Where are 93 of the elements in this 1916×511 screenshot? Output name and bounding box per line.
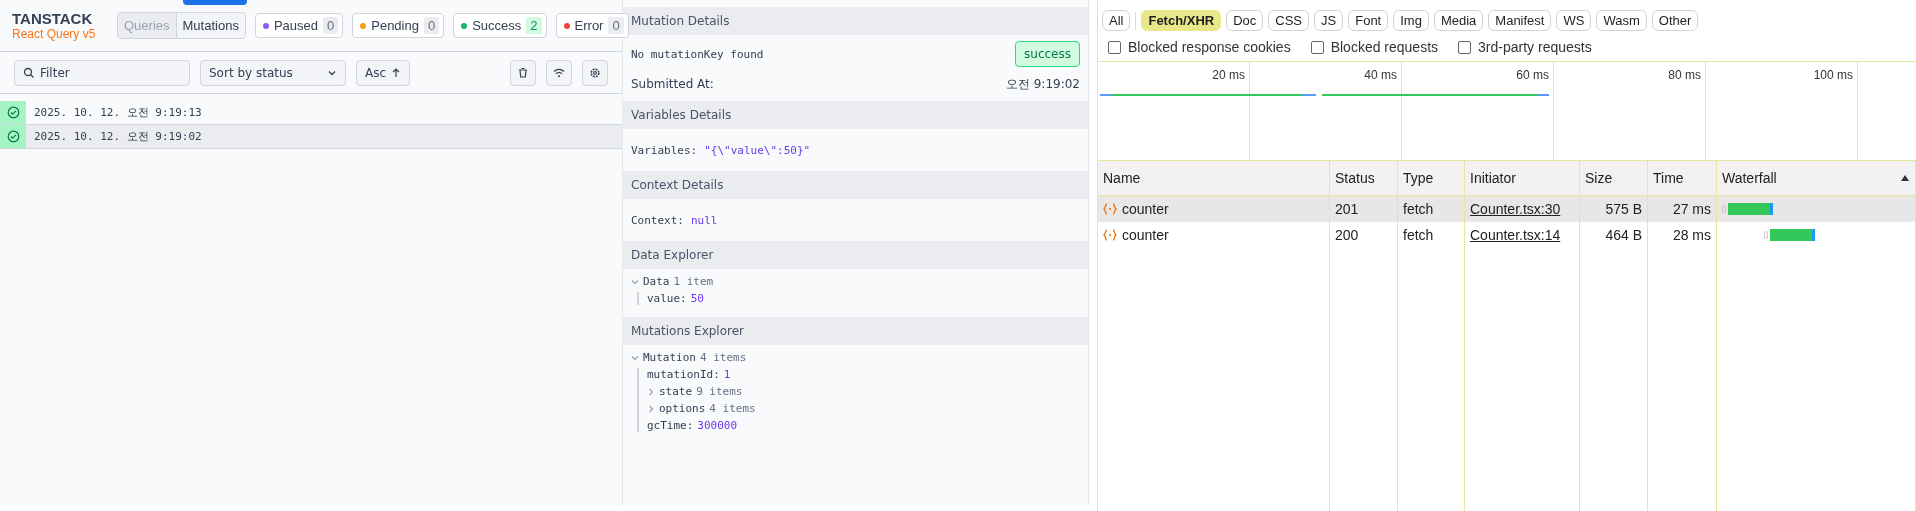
variable-label: Variables:	[631, 143, 698, 157]
arrow-up-icon	[391, 67, 402, 78]
item-count: 9 items	[696, 385, 743, 398]
item-count: 1 item	[673, 275, 714, 288]
tab-handle[interactable]	[183, 0, 247, 5]
request-name[interactable]: counter	[1098, 196, 1330, 222]
waterfall-bar-drawing	[1722, 203, 1774, 215]
status-filter[interactable]: Pending 0	[352, 13, 445, 38]
column-header[interactable]: Size	[1580, 161, 1648, 196]
type-filter-chip[interactable]: JS	[1314, 10, 1344, 31]
table-cell: 575 B	[1580, 196, 1648, 222]
status-count: 0	[608, 17, 624, 34]
variable-value: null	[691, 213, 718, 227]
type-filter-chip[interactable]: Font	[1348, 10, 1389, 31]
status-filter[interactable]: Error 0	[555, 13, 629, 38]
item-count: 4 items	[709, 402, 756, 415]
type-filter-chip[interactable]: Fetch/XHR	[1141, 10, 1222, 31]
wifi-icon[interactable]	[546, 59, 572, 86]
table-cell: 201	[1330, 196, 1398, 222]
view-tab[interactable]: Mutations	[175, 13, 245, 38]
filter-checkbox[interactable]: 3rd-party requests	[1458, 39, 1592, 55]
status-badge: success	[1015, 41, 1080, 67]
logo-subtitle: React Query v5	[12, 27, 97, 41]
sort-triangle-icon	[1900, 174, 1910, 182]
tree-key: value:	[647, 292, 687, 305]
tick-label: 80 ms	[1668, 68, 1701, 82]
mutation-key-text: No mutationKey found	[631, 47, 764, 61]
table-cell: fetch	[1398, 196, 1465, 222]
check-circle-icon	[6, 106, 20, 119]
submitted-time: 오전 9:19:02	[1005, 75, 1080, 93]
type-filter-chip[interactable]: Wasm	[1596, 10, 1647, 31]
initiator-link[interactable]: Counter.tsx:14	[1470, 227, 1561, 243]
trash-icon[interactable]	[510, 59, 536, 86]
status-count: 2	[526, 17, 542, 34]
column-header[interactable]: Initiator	[1465, 161, 1580, 196]
section-header: Mutations Explorer	[623, 317, 1088, 345]
tree-value: 50	[690, 292, 704, 305]
tree-key: gcTime:	[647, 419, 694, 432]
status-label: Error	[574, 18, 604, 33]
variable-value: "{\"value\":50}"	[704, 143, 811, 157]
status-label: Paused	[273, 18, 318, 33]
tick-label: 100 ms	[1813, 68, 1853, 82]
search-icon	[23, 66, 35, 79]
type-filter-chip[interactable]: All	[1102, 10, 1131, 31]
variable-label: Context:	[631, 213, 684, 227]
status-label: Success	[472, 18, 522, 33]
mutation-row[interactable]: 2025. 10. 12. 오전 9:19:02	[0, 125, 622, 149]
check-circle-icon	[6, 130, 20, 143]
section-header: Mutation Details	[623, 7, 1088, 35]
braces-icon	[1103, 229, 1117, 241]
column-header[interactable]: Waterfall	[1717, 161, 1916, 196]
filter-checkbox[interactable]: Blocked requests	[1310, 39, 1439, 55]
type-filter-chip[interactable]: Manifest	[1488, 10, 1552, 31]
column-header[interactable]: Time	[1648, 161, 1717, 196]
type-filter-chip[interactable]: Media	[1433, 10, 1484, 31]
column-header[interactable]: Type	[1398, 161, 1465, 196]
tree-key[interactable]: options	[659, 402, 706, 415]
tree-key[interactable]: Data	[643, 275, 670, 288]
settings-icon[interactable]	[582, 59, 608, 86]
type-filter-chip[interactable]: Doc	[1226, 10, 1264, 31]
status-filter[interactable]: Paused 0	[254, 13, 344, 38]
type-filter-chip[interactable]: Other	[1651, 10, 1699, 31]
status-filter[interactable]: Success 2	[453, 13, 547, 38]
tick-label: 60 ms	[1516, 68, 1549, 82]
status-count: 0	[323, 17, 339, 34]
column-header[interactable]: Status	[1330, 161, 1398, 196]
table-cell: 27 ms	[1648, 196, 1717, 222]
tree-value: 300000	[697, 419, 738, 432]
filter-field[interactable]: Filter	[14, 59, 190, 86]
type-filter-chip[interactable]: WS	[1556, 10, 1592, 31]
logo-title: TANSTACK	[12, 10, 94, 27]
status-label: Pending	[371, 18, 419, 33]
type-filter-chip[interactable]: Img	[1393, 10, 1429, 31]
type-filter-chip[interactable]: CSS	[1268, 10, 1310, 31]
tree-key: mutationId:	[647, 368, 720, 381]
tree-value: 1	[723, 368, 731, 381]
tree-key[interactable]: Mutation	[643, 351, 696, 364]
waterfall-bar-drawing	[1764, 229, 1816, 241]
section-header: Data Explorer	[623, 241, 1088, 269]
item-count: 4 items	[700, 351, 747, 364]
tick-label: 40 ms	[1364, 68, 1397, 82]
section-header: Context Details	[623, 171, 1088, 199]
submitted-label: Submitted At:	[631, 77, 714, 91]
column-header[interactable]: Name	[1098, 161, 1330, 196]
sort-order-button[interactable]: Asc	[356, 59, 411, 86]
filter-checkbox[interactable]: Blocked response cookies	[1108, 39, 1291, 55]
braces-icon	[1103, 203, 1117, 215]
section-header: Variables Details	[623, 101, 1088, 129]
mutation-row[interactable]: 2025. 10. 12. 오전 9:19:13	[0, 101, 622, 125]
tree-key[interactable]: state	[659, 385, 693, 398]
tick-label: 20 ms	[1212, 68, 1245, 82]
status-count: 0	[423, 17, 440, 34]
sort-select[interactable]: Sort by status	[200, 59, 346, 86]
